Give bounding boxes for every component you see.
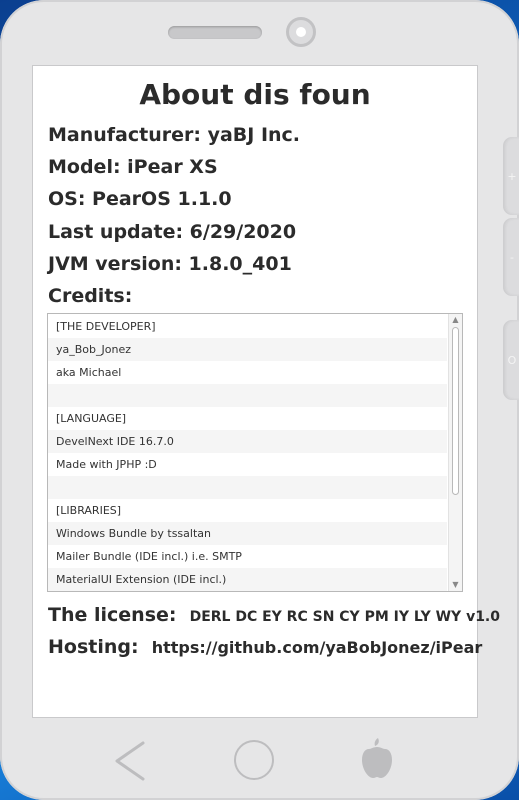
scroll-down-arrow-icon[interactable]: ▼ (449, 579, 462, 591)
volume-down-button[interactable]: - (503, 218, 519, 296)
volume-up-button[interactable]: + (503, 137, 519, 215)
page-title: About dis foun (139, 78, 371, 111)
license-value: DERL DC EY RC SN CY PM IY LY WY v1.0 (189, 609, 500, 625)
list-item[interactable]: Made with JPHP :D (48, 453, 447, 476)
volume-down-label: - (510, 250, 514, 264)
hosting-link[interactable]: https://github.com/yaBobJonez/iPear (152, 638, 483, 657)
jvm-version-text: JVM version: 1.8.0_401 (48, 253, 292, 275)
list-item[interactable]: ya_Bob_Jonez (48, 338, 447, 361)
credits-list: [THE DEVELOPER] ya_Bob_Jonez aka Michael… (48, 315, 447, 591)
scroll-up-arrow-icon[interactable]: ▲ (449, 314, 462, 326)
list-item[interactable]: DevelNext IDE 16.7.0 (48, 430, 447, 453)
scroll-thumb[interactable] (452, 327, 459, 495)
volume-up-label: + (507, 169, 517, 183)
about-screen: About dis foun Manufacturer: yaBJ Inc. M… (32, 65, 500, 718)
chevron-left-icon[interactable] (113, 740, 151, 782)
os-text: OS: PearOS 1.1.0 (48, 188, 232, 210)
license-row: The license: DERL DC EY RC SN CY PM IY L… (48, 604, 500, 626)
power-label: O (507, 353, 517, 367)
list-item[interactable]: aka Michael (48, 361, 447, 384)
list-item[interactable]: Windows Bundle by tssaltan (48, 522, 447, 545)
license-label: The license: (48, 604, 177, 626)
last-update-text: Last update: 6/29/2020 (48, 221, 297, 243)
power-button[interactable]: O (503, 320, 519, 400)
hosting-row: Hosting: https://github.com/yaBobJonez/i… (48, 636, 482, 658)
list-item[interactable]: [LANGUAGE] (48, 407, 447, 430)
speaker-grille (168, 26, 262, 39)
list-item[interactable]: MaterialUI Extension (IDE incl.) (48, 568, 447, 591)
hosting-label: Hosting: (48, 636, 139, 658)
model-text: Model: iPear XS (48, 156, 218, 178)
credits-list-box[interactable]: [THE DEVELOPER] ya_Bob_Jonez aka Michael… (47, 313, 463, 592)
list-item[interactable]: Mailer Bundle (IDE incl.) i.e. SMTP (48, 545, 447, 568)
list-item[interactable] (48, 384, 447, 407)
credits-heading: Credits: (48, 285, 133, 307)
list-item[interactable] (48, 476, 447, 499)
phone-frame: + - O About dis foun Manufacturer: yaBJ … (0, 0, 519, 800)
list-item[interactable]: [LIBRARIES] (48, 499, 447, 522)
list-item[interactable]: [THE DEVELOPER] (48, 315, 447, 338)
camera-icon (286, 17, 316, 47)
circle-home-icon[interactable] (234, 740, 274, 780)
pear-logo-icon[interactable] (360, 736, 394, 780)
credits-scrollbar[interactable]: ▲ ▼ (448, 314, 462, 591)
manufacturer-text: Manufacturer: yaBJ Inc. (48, 124, 301, 146)
